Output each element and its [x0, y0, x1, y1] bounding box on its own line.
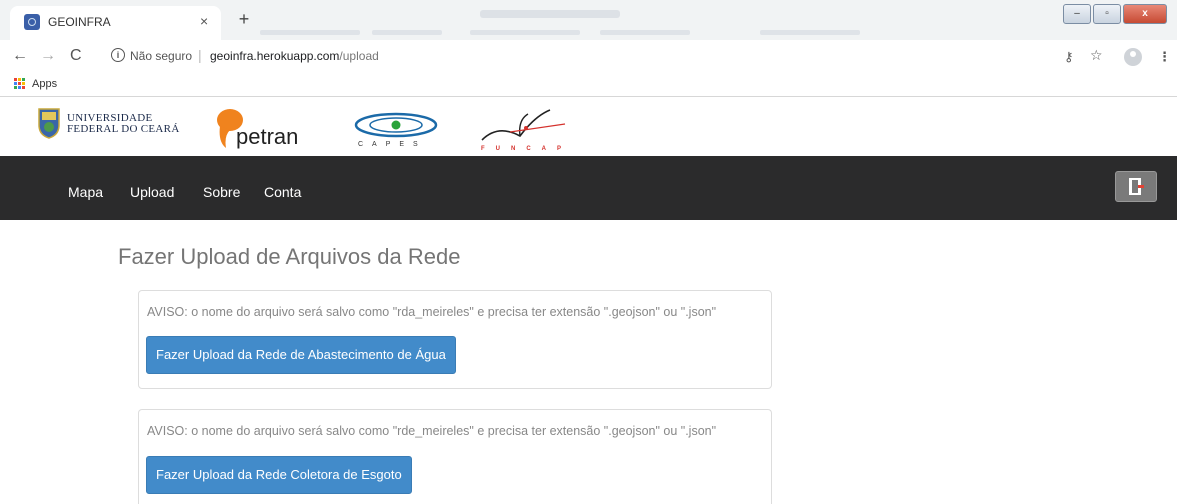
new-tab-button[interactable]: + [232, 8, 256, 32]
info-icon[interactable]: i [111, 48, 125, 62]
window-close-button[interactable]: x [1123, 4, 1167, 24]
blurred-strip [260, 30, 360, 35]
warning-text: AVISO: o nome do arquivo será salvo como… [147, 424, 717, 438]
url-separator: | [198, 47, 202, 63]
nav-link-sobre[interactable]: Sobre [203, 184, 240, 200]
blurred-strip [470, 30, 580, 35]
door-exit-icon [1129, 178, 1144, 195]
petran-wordmark: petran [236, 124, 299, 149]
browser-tab[interactable]: GEOINFRA × [10, 6, 221, 40]
window-minimize-button[interactable]: – [1063, 4, 1091, 24]
back-arrow-icon[interactable]: ← [12, 47, 28, 65]
reload-icon[interactable]: C [70, 47, 82, 65]
url-path: /upload [339, 49, 379, 63]
forward-arrow-icon[interactable]: → [40, 47, 56, 65]
address-bar[interactable]: i Não seguro | geoinfra.herokuapp.com/up… [100, 45, 1040, 67]
warning-text: AVISO: o nome do arquivo será salvo como… [147, 305, 717, 319]
upload-sewage-network-button[interactable]: Fazer Upload da Rede Coletora de Esgoto [146, 456, 412, 494]
capes-wordmark: CAPES [358, 141, 427, 148]
blurred-strip [372, 30, 442, 35]
upload-panel-water: AVISO: o nome do arquivo será salvo como… [138, 290, 772, 389]
geoinfra-favicon-icon [24, 14, 40, 30]
ufc-logo-text: UNIVERSIDADE FEDERAL DO CEARÁ [67, 113, 180, 135]
page-title: Fazer Upload de Arquivos da Rede [118, 244, 461, 269]
security-label: Não seguro [130, 49, 193, 63]
funcap-wordmark: FUNCAP [481, 146, 572, 152]
window-maximize-button[interactable]: ▫ [1093, 4, 1121, 24]
blurred-window-title [480, 10, 620, 18]
petran-logo: petran [214, 104, 334, 150]
upload-water-network-button[interactable]: Fazer Upload da Rede de Abastecimento de… [146, 336, 456, 374]
apps-grid-icon[interactable] [14, 78, 26, 90]
star-icon[interactable]: ☆ [1090, 47, 1103, 64]
upload-panel-sewage: AVISO: o nome do arquivo será salvo como… [138, 409, 772, 504]
tab-close-icon[interactable]: × [200, 13, 208, 29]
blurred-strip [760, 30, 860, 35]
url-text[interactable]: geoinfra.herokuapp.com/upload [210, 49, 379, 63]
tab-title: GEOINFRA [48, 15, 111, 29]
sponsor-logos-band: UNIVERSIDADE FEDERAL DO CEARÁ petran CAP… [0, 97, 1177, 156]
nav-link-conta[interactable]: Conta [264, 184, 301, 200]
nav-link-mapa[interactable]: Mapa [68, 184, 103, 200]
menu-dots-icon[interactable]: ⋮ [1158, 49, 1171, 65]
profile-avatar-icon[interactable] [1124, 48, 1142, 66]
main-navbar: Mapa Upload Sobre Conta [0, 156, 1177, 220]
logout-button[interactable] [1115, 171, 1157, 202]
window-controls: – ▫ x [1063, 4, 1167, 24]
ufc-line2: FEDERAL DO CEARÁ [67, 123, 180, 135]
bookmarks-bar: Apps [0, 72, 1177, 97]
browser-tab-strip: GEOINFRA × + – ▫ x [0, 0, 1177, 40]
blurred-strip [600, 30, 690, 35]
key-icon[interactable]: ⚷ [1064, 49, 1074, 65]
apps-bookmark[interactable]: Apps [32, 78, 57, 90]
url-host: geoinfra.herokuapp.com [210, 49, 340, 63]
ufc-crest-icon [38, 108, 60, 139]
nav-link-upload[interactable]: Upload [130, 184, 174, 200]
browser-toolbar: ← → C i Não seguro | geoinfra.herokuapp.… [0, 40, 1177, 72]
